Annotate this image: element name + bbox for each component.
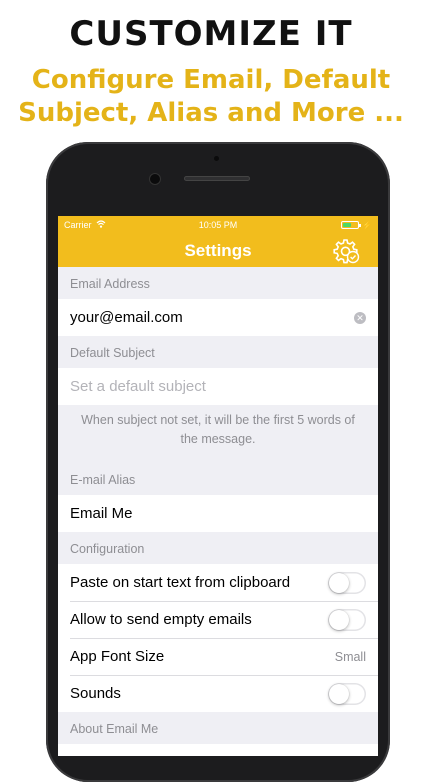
empty-emails-toggle[interactable] [328, 608, 366, 631]
alias-section-header: E-mail Alias [70, 473, 136, 487]
setting-label: Paste on start text from clipboard [70, 574, 291, 591]
about-row[interactable] [58, 744, 378, 756]
subject-section-header: Default Subject [70, 346, 155, 360]
gear-check-icon[interactable] [332, 238, 360, 264]
page-title: Settings [184, 240, 252, 260]
setting-row-empty-emails: Allow to send empty emails [58, 601, 378, 638]
paste-clipboard-toggle[interactable] [328, 571, 366, 594]
promo-headline: CUSTOMIZE IT [69, 14, 353, 54]
front-camera [150, 174, 160, 184]
phone-screen: Carrier 10:05 PM ⚡ Settings Email Addres… [58, 216, 378, 756]
proximity-sensor [214, 156, 219, 161]
alias-input[interactable] [70, 505, 340, 522]
navigation-bar: Settings [58, 234, 378, 267]
sounds-toggle[interactable] [328, 682, 366, 705]
clear-icon[interactable]: ✕ [354, 311, 366, 324]
email-input[interactable] [70, 309, 340, 326]
subject-input[interactable] [70, 378, 340, 395]
setting-label: Allow to send empty emails [70, 611, 252, 628]
battery-icon [341, 221, 362, 229]
setting-row-sounds: Sounds [58, 675, 378, 712]
alias-row [58, 495, 378, 532]
setting-label: Sounds [70, 685, 121, 702]
promo-tagline: Configure Email, Default Subject, Alias … [0, 64, 422, 130]
setting-label: App Font Size [70, 648, 165, 665]
subject-row [58, 368, 378, 405]
about-section-header: About Email Me [70, 722, 159, 736]
email-section-header: Email Address [70, 277, 150, 291]
configuration-section-header: Configuration [70, 542, 145, 556]
setting-row-font-size[interactable]: App Font Size Small [58, 638, 378, 675]
email-row: ✕ [58, 299, 378, 336]
subject-footer-note: When subject not set, it will be the fir… [81, 413, 355, 446]
font-size-value: Small [334, 649, 366, 664]
status-bar: Carrier 10:05 PM ⚡ [58, 216, 378, 234]
tagline-line-2: Subject, Alias and More ... [18, 98, 404, 128]
setting-row-paste-clipboard: Paste on start text from clipboard [58, 564, 378, 601]
status-time: 10:05 PM [198, 220, 238, 230]
earpiece-speaker [184, 176, 250, 181]
tagline-line-1: Configure Email, Default [31, 65, 391, 95]
